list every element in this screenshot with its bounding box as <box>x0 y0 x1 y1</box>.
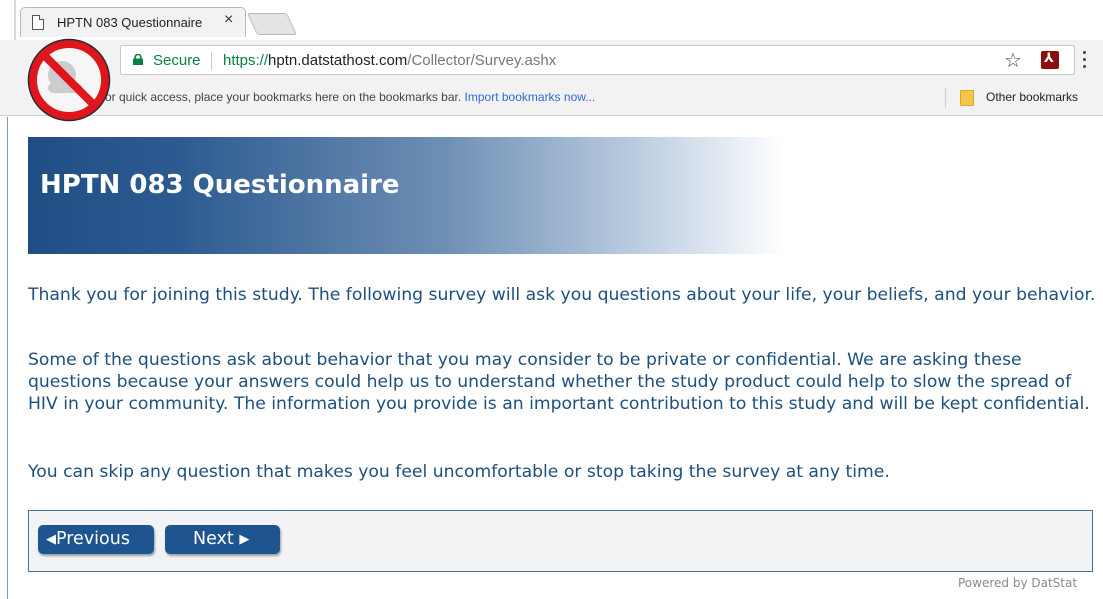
previous-label: Previous <box>56 529 130 549</box>
address-bar[interactable]: Secure https://hptn.datstathost.com/Coll… <box>120 45 1075 75</box>
no-sign-icon <box>27 38 111 122</box>
browser-tab[interactable]: HPTN 083 Questionnaire × <box>20 7 246 37</box>
powered-by: Powered by DatStat <box>958 576 1078 590</box>
tab-title: HPTN 083 Questionnaire <box>57 15 203 30</box>
arrow-right-icon: ▶ <box>239 532 250 547</box>
new-tab-button[interactable] <box>246 13 298 35</box>
page-icon <box>32 15 44 30</box>
lock-icon <box>133 54 143 65</box>
menu-icon[interactable] <box>1083 51 1087 69</box>
url-path: /Collector/Survey.ashx <box>407 52 557 69</box>
other-bookmarks[interactable]: Other bookmarks <box>986 90 1078 104</box>
omnibox-divider <box>211 52 212 70</box>
privacy-paragraph: Some of the questions ask about behavior… <box>28 350 1090 414</box>
window-edge <box>14 0 16 40</box>
bookmarks-hint: or quick access, place your bookmarks he… <box>105 90 595 104</box>
url-scheme: https:// <box>223 52 269 69</box>
next-label: Next <box>193 529 234 549</box>
bookmarks-hint-text: or quick access, place your bookmarks he… <box>105 90 462 104</box>
survey-banner: HPTN 083 Questionnaire <box>28 137 785 254</box>
url-text[interactable]: https://hptn.datstathost.com/Collector/S… <box>223 52 556 69</box>
tab-strip: HPTN 083 Questionnaire × <box>0 0 1103 40</box>
previous-button[interactable]: ◀Previous <box>38 525 154 554</box>
skip-paragraph: You can skip any question that makes you… <box>28 462 890 482</box>
star-icon[interactable]: ☆ <box>1004 48 1022 72</box>
import-bookmarks-link[interactable]: Import bookmarks now... <box>465 90 596 104</box>
bookmarks-divider <box>945 88 946 108</box>
folder-icon[interactable] <box>960 90 974 106</box>
pdf-icon[interactable]: ⅄ <box>1041 51 1059 69</box>
secure-label: Secure <box>153 52 201 69</box>
navigation-panel: ◀Previous Next ▶ <box>28 510 1093 572</box>
intro-paragraph: Thank you for joining this study. The fo… <box>28 285 1096 305</box>
bookmarks-bar: or quick access, place your bookmarks he… <box>0 80 1103 116</box>
close-icon[interactable]: × <box>224 11 233 29</box>
url-host: hptn.datstathost.com <box>268 52 408 69</box>
page-title: HPTN 083 Questionnaire <box>40 170 400 200</box>
next-button[interactable]: Next ▶ <box>165 525 280 554</box>
pdf-icon-glyph: ⅄ <box>1044 51 1054 66</box>
page-frame <box>7 117 8 599</box>
arrow-left-icon: ◀ <box>46 532 56 547</box>
